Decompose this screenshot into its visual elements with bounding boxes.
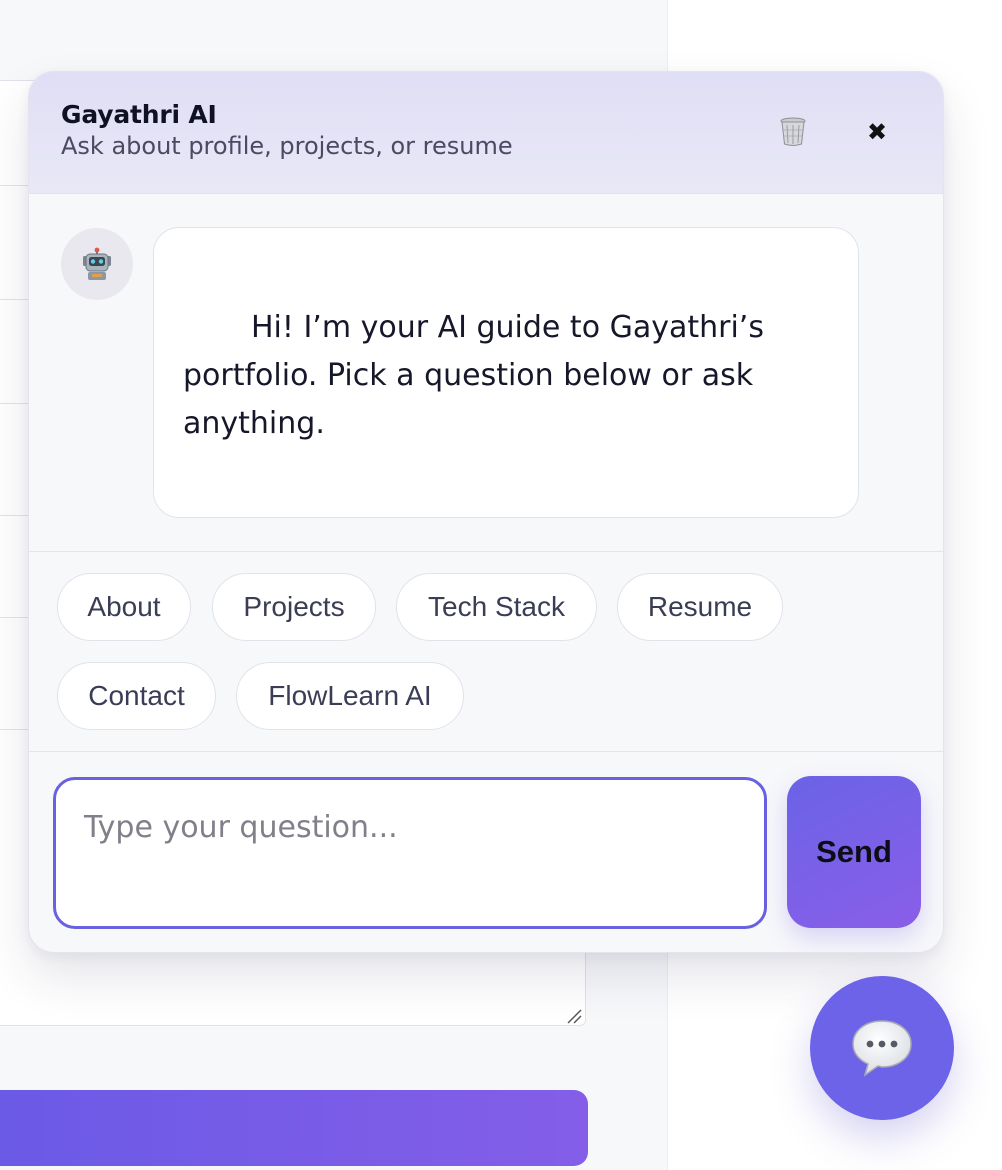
- bot-avatar: [61, 228, 133, 300]
- chat-panel: Gayathri AI Ask about profile, projects,…: [28, 71, 944, 953]
- quick-reply-about[interactable]: About: [57, 573, 191, 641]
- close-icon: ✖: [866, 118, 888, 146]
- chat-launcher-button[interactable]: [810, 976, 954, 1120]
- chat-title: Gayathri AI: [61, 100, 217, 129]
- chat-subtitle: Ask about profile, projects, or resume: [61, 132, 513, 160]
- background-divider: [0, 515, 31, 516]
- quick-reply-projects[interactable]: Projects: [212, 573, 376, 641]
- trash-icon: [780, 117, 806, 146]
- chat-header: Gayathri AI Ask about profile, projects,…: [29, 72, 943, 194]
- quick-reply-resume[interactable]: Resume: [617, 573, 783, 641]
- background-divider: [0, 403, 31, 404]
- quick-reply-contact[interactable]: Contact: [57, 662, 216, 730]
- quick-reply-flowlearn-ai[interactable]: FlowLearn AI: [236, 662, 464, 730]
- clear-chat-button[interactable]: [773, 112, 813, 152]
- background-divider: [0, 729, 31, 730]
- background-submit-button[interactable]: [0, 1090, 588, 1166]
- send-button[interactable]: Send: [787, 776, 921, 928]
- background-divider: [0, 185, 31, 186]
- divider: [29, 751, 943, 752]
- close-chat-button[interactable]: ✖: [857, 112, 897, 152]
- resize-grip-icon[interactable]: [566, 1008, 582, 1024]
- question-input[interactable]: [53, 777, 767, 929]
- quick-reply-tech-stack[interactable]: Tech Stack: [396, 573, 597, 641]
- background-divider: [0, 299, 31, 300]
- chat-bubble-icon: [852, 1020, 912, 1077]
- background-divider: [0, 617, 31, 618]
- divider: [29, 551, 943, 552]
- robot-icon: [83, 247, 111, 280]
- bot-message: Hi! I’m your AI guide to Gayathri’s port…: [153, 227, 859, 518]
